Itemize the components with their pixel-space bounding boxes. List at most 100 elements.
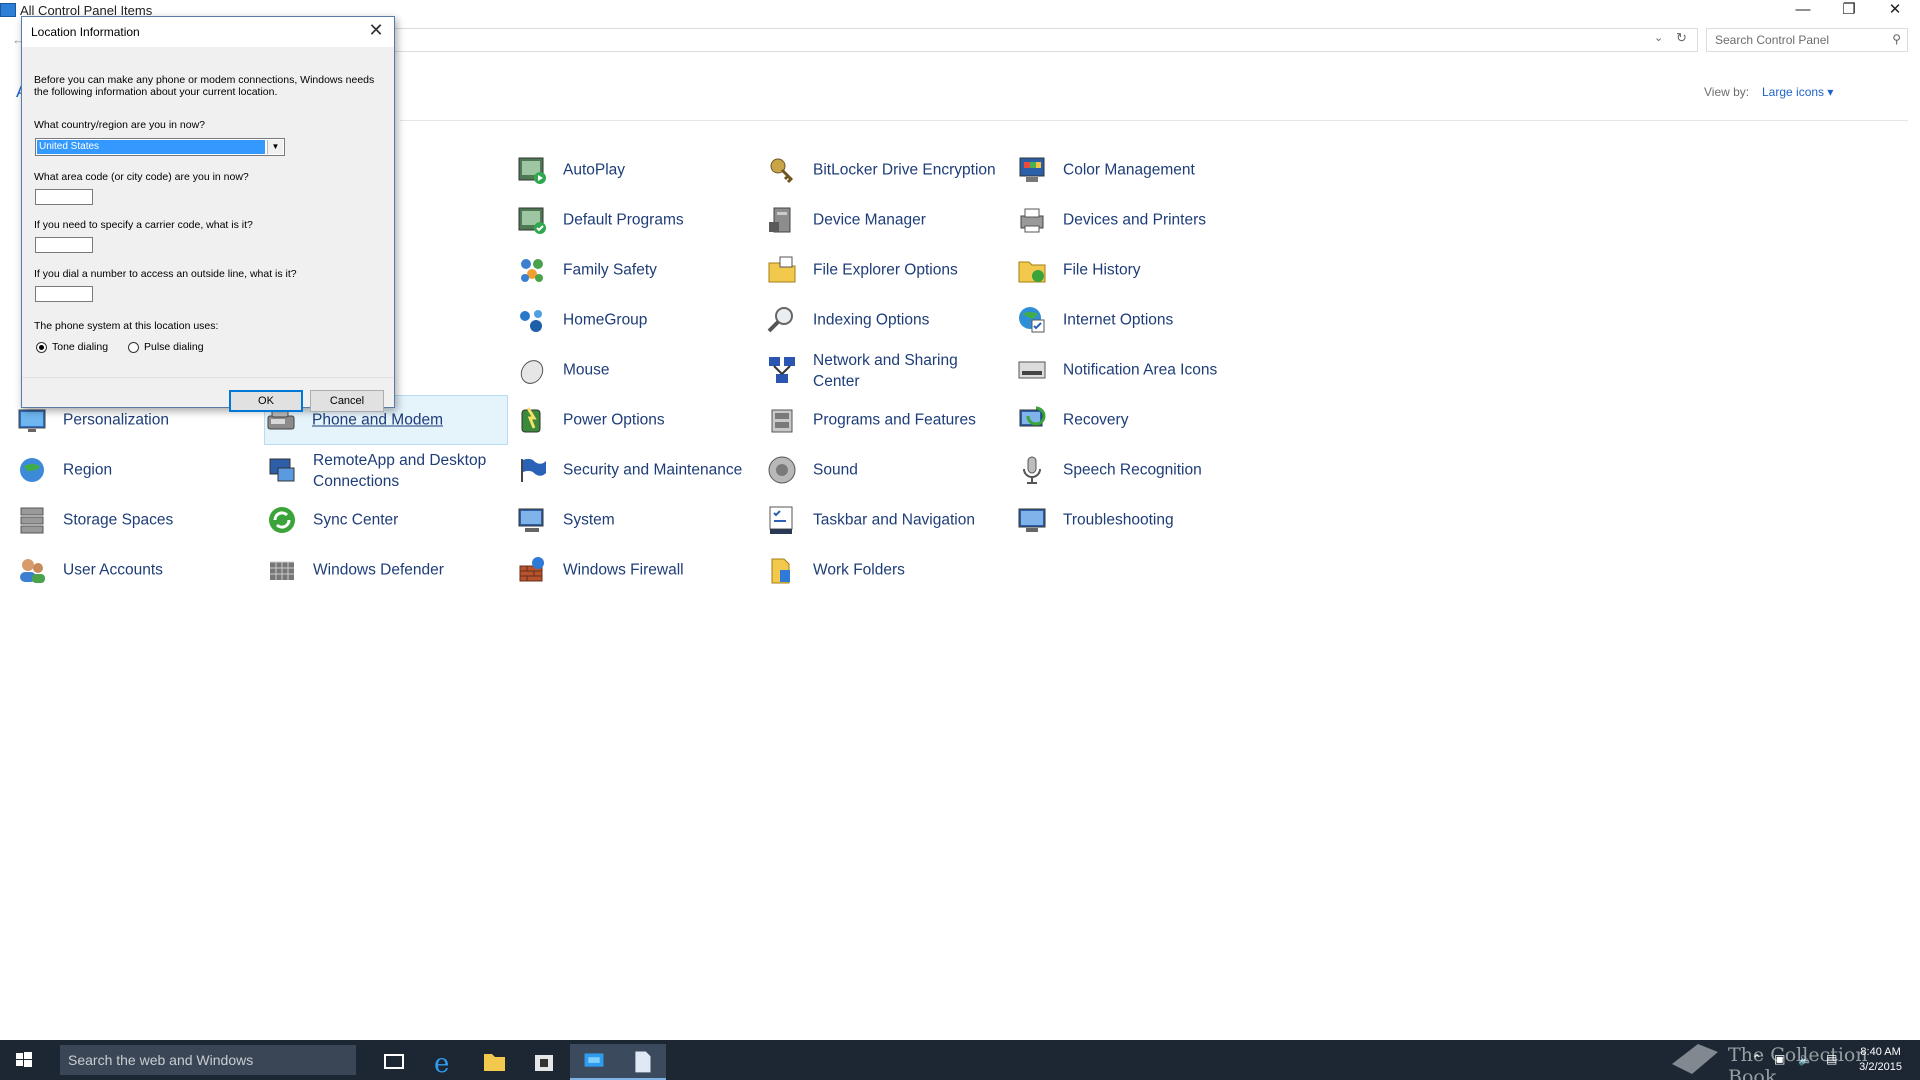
troubleshooting-icon <box>1018 508 1046 532</box>
item-label: Color Management <box>1063 161 1195 179</box>
item-power-options[interactable]: Power Options <box>516 396 760 444</box>
item-label: Default Programs <box>563 211 684 229</box>
security-flag-icon <box>521 458 546 482</box>
item-sync-center[interactable]: Sync Center <box>266 496 510 544</box>
item-speech-recognition[interactable]: Speech Recognition <box>1016 446 1260 494</box>
item-file-explorer-options[interactable]: File Explorer Options <box>766 246 1010 294</box>
item-label: RemoteApp and Desktop Connections <box>313 452 487 490</box>
outside-line-input[interactable] <box>35 286 93 302</box>
close-window-button[interactable]: ✕ <box>1872 0 1918 22</box>
sync-center-icon <box>269 507 295 533</box>
internet-explorer-icon[interactable]: e <box>420 1044 468 1080</box>
book-watermark-icon <box>1672 1044 1718 1074</box>
country-select[interactable]: United States ▼ <box>35 138 285 156</box>
area-code-input[interactable] <box>35 189 93 205</box>
tone-dialing-label: Tone dialing <box>52 341 109 353</box>
task-view-icon[interactable] <box>370 1044 418 1080</box>
item-autoplay[interactable]: AutoPlay <box>516 146 760 194</box>
item-programs-and-features[interactable]: Programs and Features <box>766 396 1010 444</box>
item-default-programs[interactable]: Default Programs <box>516 196 760 244</box>
item-label: Speech Recognition <box>1063 461 1202 479</box>
svg-text:e: e <box>434 1049 449 1079</box>
item-label: Sync Center <box>313 511 399 529</box>
item-system[interactable]: System <box>516 496 760 544</box>
file-explorer-icon[interactable] <box>470 1044 518 1080</box>
view-by-dropdown[interactable]: Large icons ▾ <box>1762 85 1833 99</box>
file-history-icon <box>1018 261 1046 283</box>
item-indexing-options[interactable]: Indexing Options <box>766 296 1010 344</box>
work-folders-icon <box>771 558 790 584</box>
item-security-and-maintenance[interactable]: Security and Maintenance <box>516 446 760 494</box>
dialog-close-icon[interactable]: ✕ <box>364 20 388 41</box>
item-label: Security and Maintenance <box>563 461 743 479</box>
programs-features-icon <box>771 409 793 433</box>
refresh-icon[interactable]: ↻ <box>1676 30 1687 46</box>
item-recovery[interactable]: Recovery <box>1016 396 1260 444</box>
item-windows-firewall[interactable]: Windows Firewall <box>516 546 760 594</box>
address-bar[interactable] <box>392 28 1698 52</box>
minimize-button[interactable]: — <box>1780 0 1826 22</box>
search-input[interactable]: Search Control Panel ⚲ <box>1706 28 1908 52</box>
item-label: File History <box>1063 261 1141 279</box>
item-family-safety[interactable]: Family Safety <box>516 246 760 294</box>
windows-start-icon[interactable] <box>0 1040 48 1080</box>
item-storage-spaces[interactable]: Storage Spaces <box>16 496 260 544</box>
item-network-and-sharing-center[interactable]: Network and Sharing Center <box>766 346 1010 396</box>
item-bitlocker[interactable]: BitLocker Drive Encryption <box>766 146 1010 194</box>
item-devices-and-printers[interactable]: Devices and Printers <box>1016 196 1260 244</box>
item-sound[interactable]: Sound <box>766 446 1010 494</box>
notification-area-icon <box>1018 361 1046 379</box>
user-accounts-icon <box>20 559 45 583</box>
item-notification-area-icons[interactable]: Notification Area Icons <box>1016 346 1260 394</box>
item-work-folders[interactable]: Work Folders <box>766 546 1010 594</box>
store-icon[interactable] <box>520 1044 568 1080</box>
storage-spaces-icon <box>20 507 44 534</box>
item-taskbar-and-navigation[interactable]: Taskbar and Navigation <box>766 496 1010 544</box>
tone-dialing-radio[interactable] <box>36 342 47 353</box>
autoplay-icon <box>518 157 546 184</box>
item-label: Indexing Options <box>813 311 930 329</box>
ok-button[interactable]: OK <box>229 390 303 412</box>
item-region[interactable]: Region <box>16 446 260 494</box>
globe-clock-icon <box>20 458 44 482</box>
dropdown-arrow-icon[interactable]: ▼ <box>267 140 283 154</box>
item-troubleshooting[interactable]: Troubleshooting <box>1016 496 1260 544</box>
location-information-dialog: Location Information ✕ Before you can ma… <box>21 16 395 412</box>
item-label: Windows Defender <box>313 561 444 579</box>
item-label: Internet Options <box>1063 311 1174 329</box>
item-homegroup[interactable]: HomeGroup <box>516 296 760 344</box>
homegroup-icon <box>520 310 542 332</box>
folder-options-icon <box>768 256 796 283</box>
item-internet-options[interactable]: Internet Options <box>1016 296 1260 344</box>
item-windows-defender[interactable]: Windows Defender <box>266 546 510 594</box>
carrier-code-input[interactable] <box>35 237 93 253</box>
item-label: Troubleshooting <box>1063 511 1174 529</box>
item-user-accounts[interactable]: User Accounts <box>16 546 260 594</box>
phone-system-question: The phone system at this location uses: <box>34 320 219 332</box>
item-label: Notification Area Icons <box>1063 361 1218 379</box>
address-history-chevron-icon[interactable]: ⌄ <box>1654 31 1663 44</box>
item-color-management[interactable]: Color Management <box>1016 146 1260 194</box>
system-computer-icon <box>518 508 544 532</box>
item-label: Storage Spaces <box>63 511 174 529</box>
search-icon[interactable]: ⚲ <box>1892 32 1901 46</box>
search-placeholder: Search Control Panel <box>1715 33 1830 47</box>
cancel-button[interactable]: Cancel <box>310 390 384 412</box>
taskbar-search-box[interactable]: Search the web and Windows <box>60 1045 356 1075</box>
item-label: Taskbar and Navigation <box>813 511 975 529</box>
document-taskbar-icon[interactable] <box>618 1044 666 1080</box>
item-label: Personalization <box>63 411 169 429</box>
restore-button[interactable]: ❐ <box>1826 0 1872 22</box>
item-label: HomeGroup <box>563 311 648 329</box>
item-file-history[interactable]: File History <box>1016 246 1260 294</box>
area-code-question: What area code (or city code) are you in… <box>34 171 249 183</box>
control-panel-taskbar-icon[interactable] <box>570 1044 618 1080</box>
default-programs-icon <box>518 207 546 234</box>
personalization-icon <box>18 409 46 432</box>
color-management-icon <box>1019 157 1045 182</box>
pulse-dialing-radio[interactable] <box>128 342 139 353</box>
item-remoteapp-desktop-connections[interactable]: RemoteApp and Desktop Connections <box>266 446 510 496</box>
item-mouse[interactable]: Mouse <box>516 346 760 394</box>
item-device-manager[interactable]: Device Manager <box>766 196 1010 244</box>
dialog-intro-text: Before you can make any phone or modem c… <box>34 74 375 98</box>
